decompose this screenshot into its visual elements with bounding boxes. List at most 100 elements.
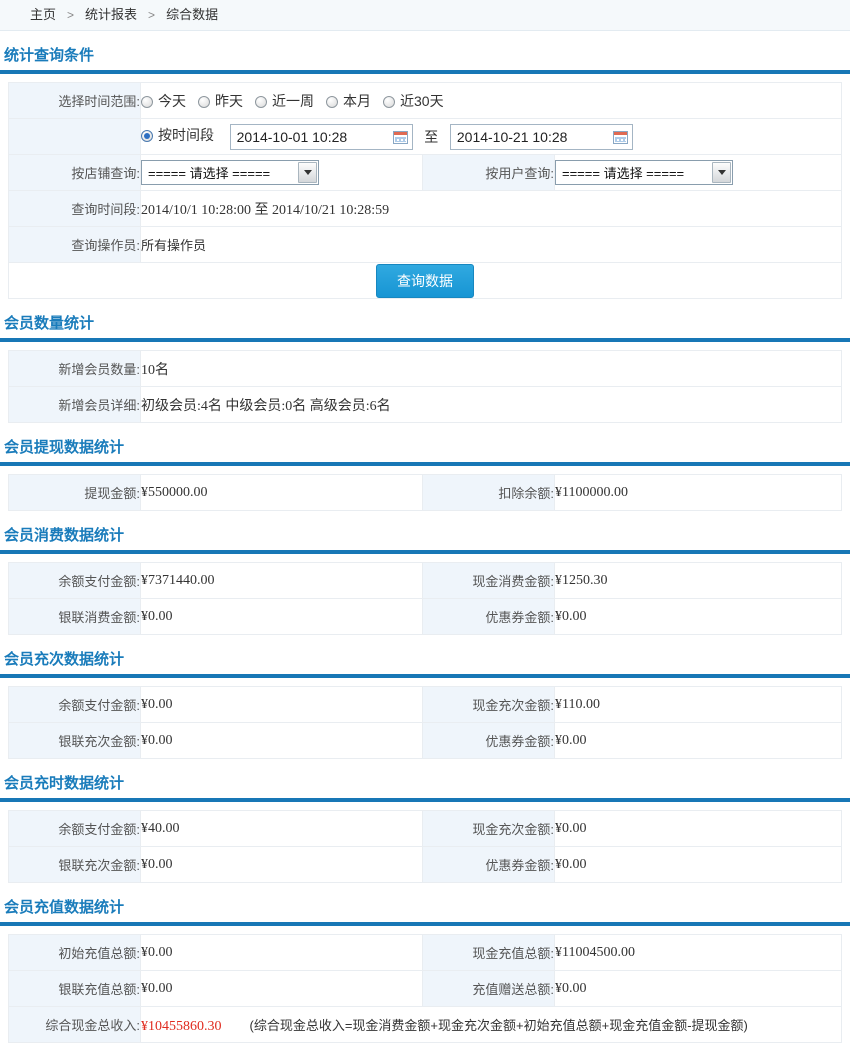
field-value: ¥1250.30 — [555, 563, 842, 599]
table-row: 余额支付金额:¥7371440.00现金消费金额:¥1250.30 — [9, 563, 842, 599]
table-row: 查询时间段: 2014/10/1 10:28:00 至 2014/10/21 1… — [9, 191, 842, 227]
date-from-input[interactable] — [230, 124, 413, 150]
shop-select[interactable]: ===== 请选择 ===== — [141, 160, 319, 185]
stats-section: 会员数量统计新增会员数量:10名新增会员详细:初级会员:4名 中级会员:0名 高… — [0, 312, 850, 423]
stats-section: 会员充时数据统计余额支付金额:¥40.00现金充次金额:¥0.00银联充次金额:… — [0, 772, 850, 883]
field-label: 银联充值总额: — [9, 971, 141, 1007]
field-label: 优惠券金额: — [423, 599, 555, 635]
stats-sections: 会员数量统计新增会员数量:10名新增会员详细:初级会员:4名 中级会员:0名 高… — [0, 312, 850, 1043]
field-value: ¥0.00 — [141, 599, 423, 635]
field-label: 选择时间范围: — [9, 83, 141, 119]
table-row: 综合现金总收入:¥10455860.30(综合现金总收入=现金消费金额+现金充次… — [9, 1007, 842, 1043]
table-row: 选择时间范围: 今天 昨天 近一周本月近30天 — [9, 83, 842, 119]
breadcrumb-current: 综合数据 — [166, 7, 218, 22]
section-title: 会员数量统计 — [4, 312, 846, 333]
section-title: 会员消费数据统计 — [4, 524, 846, 545]
section-title: 统计查询条件 — [4, 44, 846, 65]
field-value: ¥0.00 — [141, 847, 423, 883]
field-label: 综合现金总收入: — [9, 1007, 141, 1043]
field-value: ¥0.00 — [141, 935, 423, 971]
stats-section: 会员提现数据统计提现金额:¥550000.00扣除余额:¥1100000.00 — [0, 436, 850, 511]
section-divider-bar — [0, 70, 850, 74]
breadcrumb-reports[interactable]: 统计报表 — [85, 7, 137, 22]
field-value: 初级会员:4名 中级会员:0名 高级会员:6名 — [141, 387, 842, 423]
table-row: 初始充值总额:¥0.00现金充值总额:¥11004500.00 — [9, 935, 842, 971]
field-label: 余额支付金额: — [9, 687, 141, 723]
section-divider-bar — [0, 550, 850, 554]
field-label: 充值赠送总额: — [423, 971, 555, 1007]
field-value: ¥1100000.00 — [555, 475, 842, 511]
field-label: 余额支付金额: — [9, 563, 141, 599]
breadcrumb-separator: > — [67, 8, 74, 22]
calendar-icon[interactable] — [613, 131, 628, 144]
field-label: 余额支付金额: — [9, 811, 141, 847]
breadcrumb-separator: > — [148, 8, 155, 22]
radio-yesterday[interactable]: 昨天 — [198, 93, 243, 109]
field-value: ¥0.00 — [555, 847, 842, 883]
chevron-down-icon[interactable] — [712, 162, 731, 183]
field-value: ¥0.00 — [555, 971, 842, 1007]
field-label: 现金充次金额: — [423, 687, 555, 723]
calendar-icon[interactable] — [393, 131, 408, 144]
table-row: 按店铺查询: ===== 请选择 ===== 按用户查询: ===== 请选择 … — [9, 155, 842, 191]
section-divider-bar — [0, 462, 850, 466]
radio-icon — [255, 96, 267, 108]
field-value: 所有操作员 — [141, 227, 842, 263]
table-row: 银联消费金额:¥0.00优惠券金额:¥0.00 — [9, 599, 842, 635]
field-label: 银联充次金额: — [9, 723, 141, 759]
radio-label: 今天 — [158, 93, 186, 109]
table-row: 银联充次金额:¥0.00优惠券金额:¥0.00 — [9, 847, 842, 883]
field-label — [9, 119, 141, 155]
to-label: 至 — [424, 129, 438, 145]
radio-last-30-days[interactable]: 近30天 — [383, 93, 444, 109]
radio-label: 昨天 — [215, 93, 243, 109]
user-select[interactable]: ===== 请选择 ===== — [555, 160, 733, 185]
field-value: ¥0.00 — [555, 599, 842, 635]
stats-table: 提现金额:¥550000.00扣除余额:¥1100000.00 — [8, 474, 842, 511]
stats-table: 初始充值总额:¥0.00现金充值总额:¥11004500.00银联充值总额:¥0… — [8, 934, 842, 1043]
chevron-down-icon[interactable] — [298, 162, 317, 183]
field-label: 扣除余额: — [423, 475, 555, 511]
radio-icon — [326, 96, 338, 108]
field-label: 新增会员数量: — [9, 351, 141, 387]
field-value: ¥10455860.30(综合现金总收入=现金消费金额+现金充次金额+初始充值总… — [141, 1007, 842, 1043]
radio-icon — [198, 96, 210, 108]
field-label: 新增会员详细: — [9, 387, 141, 423]
stats-section: 会员充值数据统计初始充值总额:¥0.00现金充值总额:¥11004500.00银… — [0, 896, 850, 1043]
field-value: ¥0.00 — [141, 971, 423, 1007]
field-label: 初始充值总额: — [9, 935, 141, 971]
radio-this-month[interactable]: 本月 — [326, 93, 371, 109]
shop-select-cell: ===== 请选择 ===== — [141, 155, 423, 191]
field-value: 10名 — [141, 351, 842, 387]
query-data-button[interactable]: 查询数据 — [376, 264, 474, 298]
query-section: 统计查询条件 选择时间范围: 今天 昨天 近一周本月近30天 按时间段 至 — [0, 44, 850, 299]
radio-icon — [141, 96, 153, 108]
section-divider-bar — [0, 674, 850, 678]
field-value: 2014/10/1 10:28:00 至 2014/10/21 10:28:59 — [141, 191, 842, 227]
field-value: ¥550000.00 — [141, 475, 423, 511]
radio-label: 近一周 — [272, 93, 314, 109]
section-title: 会员充次数据统计 — [4, 648, 846, 669]
section-title: 会员提现数据统计 — [4, 436, 846, 457]
date-from-wrap — [230, 124, 413, 150]
table-row: 查询操作员: 所有操作员 — [9, 227, 842, 263]
radio-by-period[interactable]: 按时间段 — [141, 127, 214, 143]
submit-row: 查询数据 — [9, 263, 842, 299]
field-label: 银联充次金额: — [9, 847, 141, 883]
field-label: 现金充次金额: — [423, 811, 555, 847]
breadcrumb: 主页 > 统计报表 > 综合数据 — [0, 0, 850, 31]
field-label: 优惠券金额: — [423, 723, 555, 759]
table-row: 新增会员数量:10名 — [9, 351, 842, 387]
table-row: 按时间段 至 — [9, 119, 842, 155]
stats-table: 新增会员数量:10名新增会员详细:初级会员:4名 中级会员:0名 高级会员:6名 — [8, 350, 842, 423]
section-divider-bar — [0, 338, 850, 342]
radio-today[interactable]: 今天 — [141, 93, 186, 109]
breadcrumb-home[interactable]: 主页 — [30, 7, 56, 22]
field-label: 优惠券金额: — [423, 847, 555, 883]
date-to-input[interactable] — [450, 124, 633, 150]
total-formula-note: (综合现金总收入=现金消费金额+现金充次金额+初始充值总额+现金充值金额-提现金… — [250, 1018, 748, 1033]
radio-last-week[interactable]: 近一周 — [255, 93, 314, 109]
radio-icon — [383, 96, 395, 108]
section-title: 会员充值数据统计 — [4, 896, 846, 917]
field-label: 银联消费金额: — [9, 599, 141, 635]
